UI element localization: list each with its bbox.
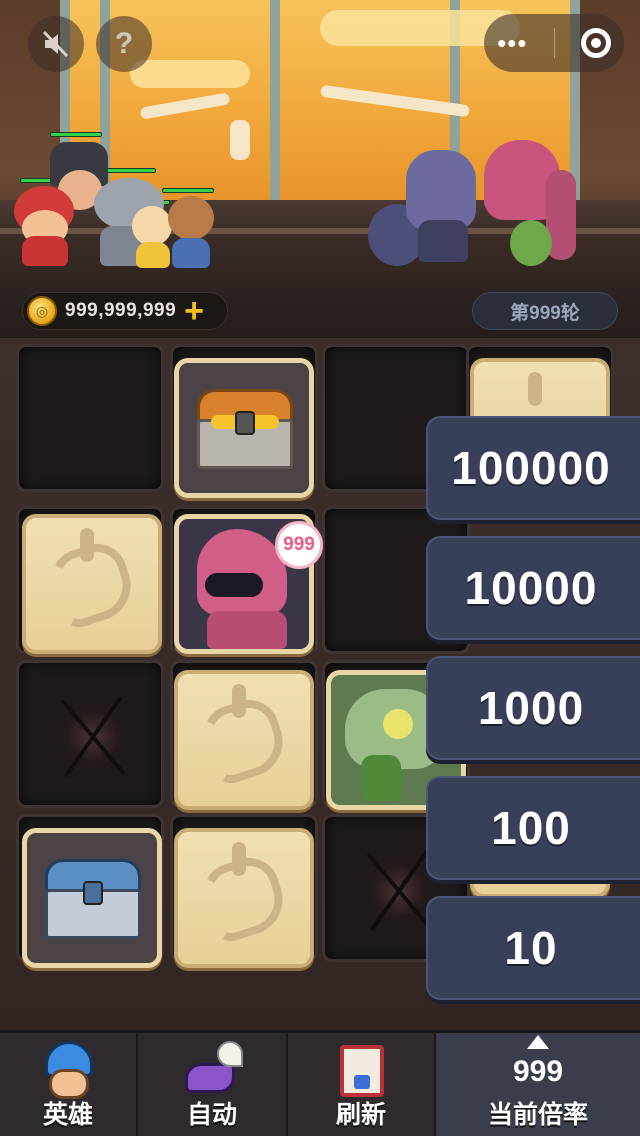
multiplier-option-100000[interactable]: 100000: [426, 416, 640, 520]
help-icon: ?: [114, 27, 134, 60]
monster-tongue: [361, 755, 401, 801]
nav-heroes-label: 英雄: [42, 1101, 93, 1129]
hero-body: [22, 236, 68, 266]
multiplier-option-10[interactable]: 10: [426, 896, 640, 1000]
fossil-bone: [230, 120, 250, 160]
battle-scene: ? •••: [0, 0, 640, 290]
mini-program-capsule: •••: [484, 14, 624, 72]
nav-auto-label: 自动: [186, 1101, 237, 1129]
monster-body: [207, 611, 287, 649]
stomach-tile[interactable]: [174, 670, 314, 810]
hp-bar: [162, 188, 214, 193]
monster-mask: [205, 573, 263, 597]
monster-slime: [510, 220, 552, 266]
coin-counter: ◎ 999,999,999 +: [22, 292, 228, 330]
treasure-chest-gold-tile[interactable]: [174, 358, 314, 498]
monster-knight: [406, 150, 476, 230]
caret-up-icon: [527, 1035, 549, 1049]
nav-auto-button[interactable]: 自动: [138, 1033, 288, 1136]
chest-lock: [235, 411, 255, 435]
target-circle-icon[interactable]: [580, 28, 611, 58]
stomach-tile[interactable]: [22, 514, 162, 654]
stomach-icon-tail: [232, 684, 246, 718]
mute-button[interactable]: [28, 16, 84, 72]
wing: [217, 1041, 243, 1067]
more-dots-icon[interactable]: •••: [497, 28, 527, 59]
coin-amount: 999,999,999: [65, 300, 177, 321]
winged-boot-icon: [181, 1039, 243, 1101]
stomach-icon-tail: [80, 528, 94, 562]
speaker-muted-icon: [42, 30, 69, 58]
stomach-icon-tail: [232, 842, 246, 876]
hero-head: [132, 206, 172, 246]
treasure-chest-silver-tile[interactable]: [22, 828, 162, 968]
status-bar: ◎ 999,999,999 + 第999轮: [0, 286, 640, 338]
nav-heroes-button[interactable]: 英雄: [0, 1033, 138, 1136]
current-rate-button[interactable]: 999 当前倍率: [436, 1033, 640, 1136]
hero-body: [136, 242, 170, 268]
crack-hole: [53, 697, 133, 777]
hero-body: [172, 238, 210, 268]
multiplier-option-100[interactable]: 100: [426, 776, 640, 880]
fossil-bone: [139, 92, 231, 120]
monster-scorpion-portrait: [197, 529, 287, 615]
multiplier-option-10000[interactable]: 10000: [426, 536, 640, 640]
hourglass-icon: [330, 1039, 392, 1101]
round-indicator: 第999轮: [472, 292, 618, 330]
round-label: 第999轮: [510, 302, 580, 324]
current-rate-label: 当前倍率: [487, 1101, 588, 1129]
chest-lock: [83, 881, 103, 905]
bottom-nav: 英雄 自动 刷新 999 当前倍率: [0, 1030, 640, 1136]
capsule-divider: [553, 28, 555, 58]
help-button[interactable]: ?: [96, 16, 152, 72]
hero-head: [168, 196, 214, 240]
board-cell-cracked[interactable]: [16, 660, 164, 808]
add-coins-button[interactable]: +: [184, 294, 204, 328]
monster-body: [418, 220, 468, 262]
cloud: [130, 60, 250, 88]
stomach-icon: [528, 372, 542, 406]
window-bar: [270, 0, 280, 200]
fossil-bone: [319, 84, 471, 118]
multiplier-option-1000[interactable]: 1000: [426, 656, 640, 760]
current-rate-value: 999: [512, 1055, 564, 1088]
monster-card-tile[interactable]: 999: [174, 514, 323, 654]
boot: [185, 1063, 235, 1093]
monster-eyes: [383, 709, 413, 739]
gold-chest-icon: [197, 389, 293, 469]
hero-helmet-icon: [37, 1039, 99, 1101]
hp-bar: [104, 168, 156, 173]
stomach-tile[interactable]: [174, 828, 314, 968]
nav-refresh-label: 刷新: [335, 1101, 386, 1129]
nav-refresh-button[interactable]: 刷新: [288, 1033, 436, 1136]
silver-chest-icon: [45, 859, 141, 939]
level-badge: 999: [275, 521, 323, 569]
coin-icon: ◎: [27, 296, 57, 326]
hourglass-frame: [340, 1045, 384, 1097]
board-cell-empty[interactable]: [16, 344, 164, 492]
hp-bar: [50, 132, 102, 137]
hourglass-sand: [354, 1075, 370, 1089]
